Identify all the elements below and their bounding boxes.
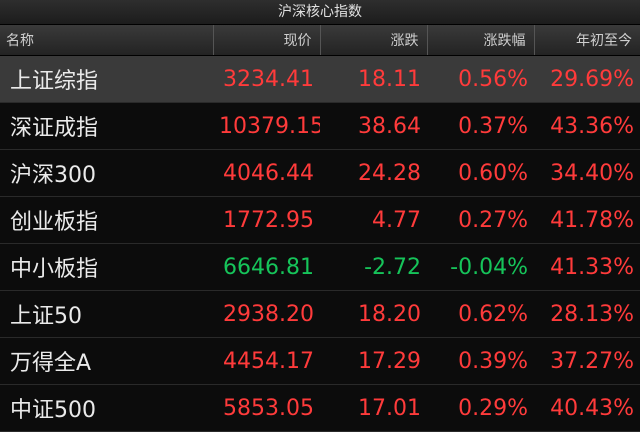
header-row: 名称 现价 涨跌 涨跌幅 年初至今	[0, 25, 640, 56]
index-ytd: 41.78%	[534, 196, 640, 244]
index-change-pct: 0.29%	[427, 384, 534, 432]
index-price: 10379.15	[213, 102, 320, 150]
index-name: 中证500	[0, 384, 213, 432]
index-ytd: 34.40%	[534, 149, 640, 197]
index-name: 上证50	[0, 290, 213, 338]
index-name: 创业板指	[0, 196, 213, 244]
table-row[interactable]: 上证50 2938.20 18.20 0.62% 28.13%	[0, 290, 640, 338]
table-row[interactable]: 上证综指 3234.41 18.11 0.56% 29.69%	[0, 55, 640, 103]
header-change[interactable]: 涨跌	[320, 25, 428, 56]
index-panel: 沪深核心指数 名称 现价 涨跌 涨跌幅 年初至今 上证综指 3234.41 18.1…	[0, 0, 640, 432]
index-name: 上证综指	[0, 55, 213, 103]
table-row[interactable]: 沪深300 4046.44 24.28 0.60% 34.40%	[0, 149, 640, 197]
index-ytd: 28.13%	[534, 290, 640, 338]
header-price[interactable]: 现价	[213, 25, 321, 56]
index-name: 沪深300	[0, 149, 213, 197]
table-row[interactable]: 创业板指 1772.95 4.77 0.27% 41.78%	[0, 196, 640, 244]
index-price: 5853.05	[213, 384, 320, 432]
index-ytd: 40.43%	[534, 384, 640, 432]
index-change-pct: 0.27%	[427, 196, 534, 244]
index-price: 1772.95	[213, 196, 320, 244]
index-price: 3234.41	[213, 55, 320, 103]
panel-title: 沪深核心指数	[0, 0, 640, 25]
index-change: 4.77	[320, 196, 427, 244]
header-name[interactable]: 名称	[0, 25, 214, 56]
index-name: 中小板指	[0, 243, 213, 291]
header-ytd[interactable]: 年初至今	[534, 25, 640, 56]
table-row[interactable]: 万得全A 4454.17 17.29 0.39% 37.27%	[0, 337, 640, 385]
index-change-pct: -0.04%	[427, 243, 534, 291]
table-row[interactable]: 中小板指 6646.81 -2.72 -0.04% 41.33%	[0, 243, 640, 291]
index-change-pct: 0.37%	[427, 102, 534, 150]
table-row[interactable]: 深证成指 10379.15 38.64 0.37% 43.36%	[0, 102, 640, 150]
index-change-pct: 0.56%	[427, 55, 534, 103]
index-change-pct: 0.62%	[427, 290, 534, 338]
index-change-pct: 0.39%	[427, 337, 534, 385]
table-row[interactable]: 中证500 5853.05 17.01 0.29% 40.43%	[0, 384, 640, 432]
index-change: 17.29	[320, 337, 427, 385]
index-price: 4046.44	[213, 149, 320, 197]
index-change: 18.11	[320, 55, 427, 103]
index-change: 18.20	[320, 290, 427, 338]
index-ytd: 29.69%	[534, 55, 640, 103]
index-price: 2938.20	[213, 290, 320, 338]
index-price: 6646.81	[213, 243, 320, 291]
index-table: 名称 现价 涨跌 涨跌幅 年初至今 上证综指 3234.41 18.11 0.56% 2…	[0, 25, 640, 432]
index-name: 万得全A	[0, 337, 213, 385]
header-change-pct[interactable]: 涨跌幅	[427, 25, 535, 56]
index-ytd: 43.36%	[534, 102, 640, 150]
index-change: 38.64	[320, 102, 427, 150]
index-price: 4454.17	[213, 337, 320, 385]
index-ytd: 41.33%	[534, 243, 640, 291]
index-change: 17.01	[320, 384, 427, 432]
index-change: -2.72	[320, 243, 427, 291]
index-name: 深证成指	[0, 102, 213, 150]
index-change-pct: 0.60%	[427, 149, 534, 197]
index-ytd: 37.27%	[534, 337, 640, 385]
index-change: 24.28	[320, 149, 427, 197]
